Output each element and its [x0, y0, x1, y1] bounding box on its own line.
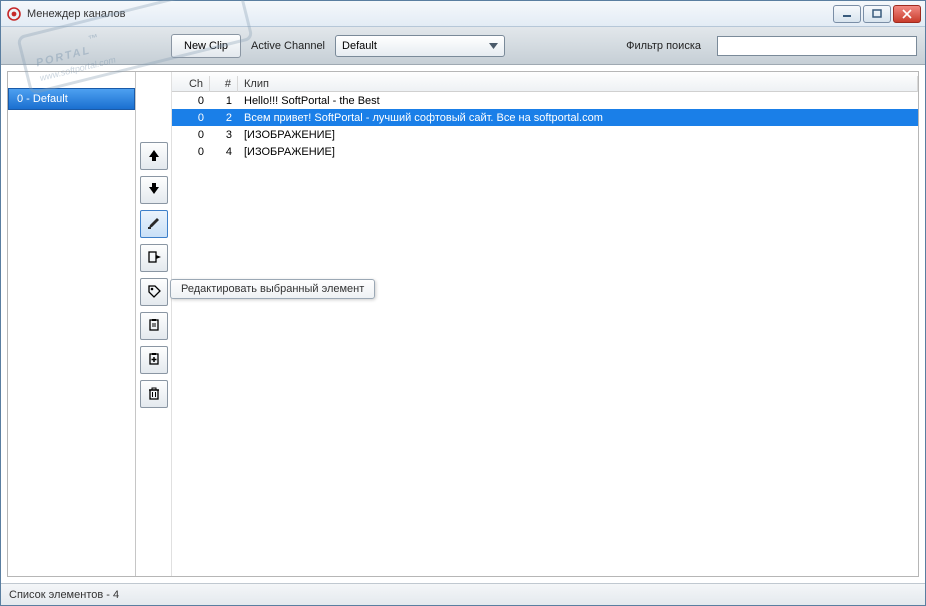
close-button[interactable]: [893, 5, 921, 23]
cell-clip: Hello!!! SoftPortal - the Best: [238, 94, 918, 108]
filter-label: Фильтр поиска: [626, 40, 701, 52]
move-up-button[interactable]: [140, 142, 168, 170]
table-row[interactable]: 01Hello!!! SoftPortal - the Best: [172, 92, 918, 109]
content-area: 0 - Default Ch # Клип 01Hello!!! SoftPor…: [7, 71, 919, 577]
clipboard-add-button[interactable]: [140, 346, 168, 374]
cell-ch: 0: [172, 111, 210, 125]
window-title: Менеждер каналов: [27, 8, 125, 20]
active-channel-label: Active Channel: [251, 40, 325, 52]
arrow-down-icon: [147, 182, 161, 199]
app-window: Менеждер каналов New Clip Active Channel…: [0, 0, 926, 606]
move-down-button[interactable]: [140, 176, 168, 204]
cell-ch: 0: [172, 128, 210, 142]
clipboard-add-icon: [147, 352, 161, 369]
cell-num: 1: [210, 94, 238, 108]
channel-item-default[interactable]: 0 - Default: [8, 88, 135, 110]
delete-button[interactable]: [140, 380, 168, 408]
statusbar: Список элементов - 4: [1, 583, 925, 605]
cell-clip: [ИЗОБРАЖЕНИЕ]: [238, 145, 918, 159]
toolbar: New Clip Active Channel Default Фильтр п…: [1, 27, 925, 65]
new-clip-button[interactable]: New Clip: [171, 34, 241, 58]
column-header-num[interactable]: #: [210, 76, 238, 92]
edit-tooltip: Редактировать выбранный элемент: [170, 279, 375, 299]
column-header-ch[interactable]: Ch: [172, 76, 210, 92]
cell-clip: [ИЗОБРАЖЕНИЕ]: [238, 128, 918, 142]
arrow-up-icon: [147, 148, 161, 165]
edit-button[interactable]: [140, 210, 168, 238]
maximize-button[interactable]: [863, 5, 891, 23]
filter-input[interactable]: [717, 36, 917, 56]
active-channel-value: Default: [342, 40, 377, 52]
column-header-clip[interactable]: Клип: [238, 76, 918, 92]
cell-num: 2: [210, 111, 238, 125]
table-row[interactable]: 04[ИЗОБРАЖЕНИЕ]: [172, 143, 918, 160]
list-body: 01Hello!!! SoftPortal - the Best02Всем п…: [172, 92, 918, 576]
clip-list-panel: Ch # Клип 01Hello!!! SoftPortal - the Be…: [172, 72, 918, 576]
pencil-icon: [147, 216, 161, 233]
titlebar: Менеждер каналов: [1, 1, 925, 27]
cell-ch: 0: [172, 145, 210, 159]
cell-num: 3: [210, 128, 238, 142]
status-text: Список элементов - 4: [9, 589, 119, 601]
channel-list-panel: 0 - Default: [8, 72, 136, 576]
table-row[interactable]: 03[ИЗОБРАЖЕНИЕ]: [172, 126, 918, 143]
chevron-down-icon: [489, 40, 498, 52]
active-channel-select[interactable]: Default: [335, 35, 505, 57]
window-controls: [833, 5, 921, 23]
minimize-button[interactable]: [833, 5, 861, 23]
cell-num: 4: [210, 145, 238, 159]
clipboard-paste-button[interactable]: [140, 312, 168, 340]
tag-icon: [147, 284, 161, 301]
app-icon: [7, 7, 21, 21]
cell-ch: 0: [172, 94, 210, 108]
clipboard-paste-icon: [147, 318, 161, 335]
side-toolbar: [136, 72, 172, 576]
export-icon: [147, 250, 161, 267]
export-button[interactable]: [140, 244, 168, 272]
trash-icon: [147, 386, 161, 403]
table-row[interactable]: 02Всем привет! SoftPortal - лучший софто…: [172, 109, 918, 126]
tag-button[interactable]: [140, 278, 168, 306]
cell-clip: Всем привет! SoftPortal - лучший софтовы…: [238, 111, 918, 125]
list-header: Ch # Клип: [172, 72, 918, 92]
